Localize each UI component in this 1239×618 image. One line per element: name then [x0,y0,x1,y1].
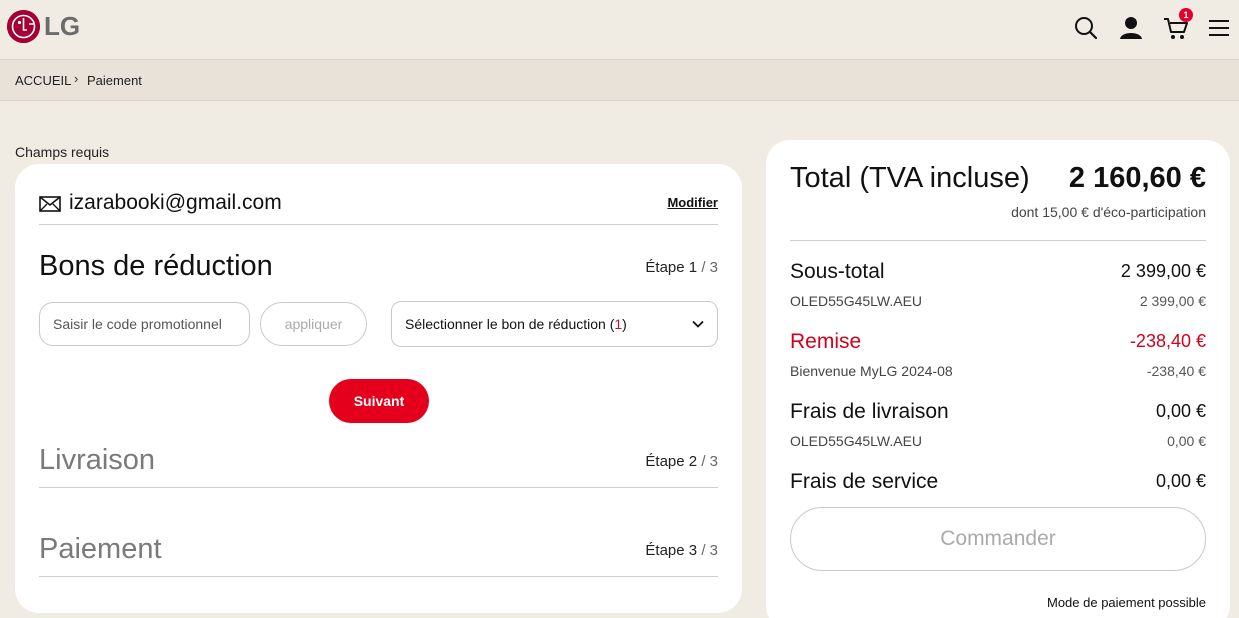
step-payment-title[interactable]: Paiement [39,533,162,566]
lg-logo-mark [7,10,40,43]
cart-count-badge: 1 [1179,8,1193,22]
chevron-right-icon: › [74,71,79,86]
voucher-count: 1 [614,316,623,332]
delivery-item-label: OLED55G45LW.AEU [790,433,923,449]
step-divider [39,576,718,577]
order-summary-card: Total (TVA incluse) 2 160,60 € dont 15,0… [766,140,1230,618]
eco-participation-note: dont 15,00 € d'éco-participation [1011,204,1206,220]
step-2-total: 3 [709,453,718,470]
service-fee-label: Frais de service [790,470,939,493]
step-1-indicator: Étape 1 / 3 [645,259,718,276]
apply-promo-button[interactable]: appliquer [260,302,367,346]
voucher-select[interactable]: Sélectionner le bon de réduction (1) [391,301,718,347]
step-3-number: 3 [688,542,698,559]
delivery-fee-value: 0,00 € [1155,401,1206,421]
delivery-item-value: 0,00 € [1167,433,1206,449]
total-label: Total (TVA incluse) [790,162,1030,194]
email-row: izarabooki@gmail.com Modifier [39,191,718,225]
order-button[interactable]: Commander [790,507,1206,571]
breadcrumb-home[interactable]: ACCUEIL [15,73,71,88]
step-3-indicator: Étape 3 / 3 [645,542,718,559]
breadcrumb-current: Paiement [87,73,142,88]
chevron-down-icon [692,320,704,328]
service-fee-value: 0,00 € [1155,471,1206,491]
voucher-select-label: Sélectionner le bon de réduction (1) [405,316,627,332]
discount-label: Remise [790,330,862,353]
subtotal-item-value: 2 399,00 € [1139,293,1206,309]
summary-divider [790,240,1206,241]
subtotal-label: Sous-total [790,260,885,283]
payment-mode-label: Mode de paiement possible [1047,595,1206,610]
step-2-number: 2 [688,453,698,470]
site-header: LG 1 [0,0,1239,60]
search-icon[interactable] [1073,15,1099,41]
total-value: 2 160,60 € [1068,162,1206,194]
required-fields-note: Champs requis [15,144,110,160]
step-1-total: 3 [709,259,718,276]
mail-icon [39,196,61,212]
subtotal-value: 2 399,00 € [1120,261,1206,281]
step-vouchers-title: Bons de réduction [39,250,273,282]
email-value: izarabooki@gmail.com [69,191,282,214]
checkout-steps-card: izarabooki@gmail.com Modifier Bons de ré… [15,164,742,613]
promo-code-input[interactable] [39,302,250,346]
lg-logo[interactable]: LG [7,10,80,43]
delivery-fee-label: Frais de livraison [790,400,949,423]
next-step-button[interactable]: Suivant [329,379,429,423]
step-2-word: Étape [645,453,685,470]
step-3-total: 3 [709,542,718,559]
step-delivery-title[interactable]: Livraison [39,444,155,477]
user-icon[interactable] [1118,15,1144,41]
subtotal-item-label: OLED55G45LW.AEU [790,293,923,309]
discount-item-value: -238,40 € [1146,363,1206,379]
discount-item-label: Bienvenue MyLG 2024-08 [790,363,953,379]
breadcrumb: ACCUEIL › Paiement [0,60,1239,101]
step-2-indicator: Étape 2 / 3 [645,453,718,470]
step-1-word: Étape [645,259,685,276]
modify-email-link[interactable]: Modifier [667,195,718,210]
step-1-number: 1 [688,259,698,276]
step-divider [39,487,718,488]
step-3-word: Étape [645,542,685,559]
menu-icon[interactable] [1206,15,1232,41]
discount-value: -238,40 € [1129,331,1206,351]
lg-logo-text: LG [44,11,81,41]
